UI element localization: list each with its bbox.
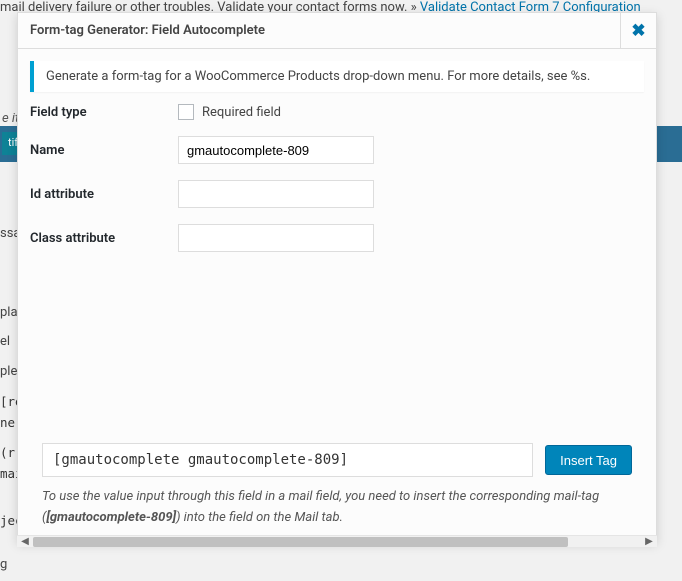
mail-tag-code: [gmautocomplete-809] <box>46 510 176 525</box>
scroll-thumb[interactable] <box>33 537 568 547</box>
modal-header: Form-tag Generator: Field Autocomplete ✖ <box>18 13 656 49</box>
required-checkbox[interactable] <box>178 104 194 120</box>
id-attr-input[interactable] <box>178 180 374 208</box>
required-checkbox-label: Required field <box>202 105 281 120</box>
bg-abbrev: pla <box>0 303 18 323</box>
modal-title: Form-tag Generator: Field Autocomplete <box>30 23 265 38</box>
footer-hint-text: To use the value input through this fiel… <box>42 487 632 529</box>
bg-abbrev: g <box>0 555 7 575</box>
scroll-left-icon[interactable]: ◀ <box>17 536 33 547</box>
modal-body: Generate a form-tag for a WooCommerce Pr… <box>18 49 656 541</box>
label-class-attr: Class attribute <box>30 231 178 246</box>
row-name: Name <box>30 136 644 164</box>
form-tag-generator-modal: Form-tag Generator: Field Autocomplete ✖… <box>17 12 657 542</box>
generated-tag-output[interactable] <box>42 443 533 477</box>
name-input[interactable] <box>178 136 374 164</box>
info-notice: Generate a form-tag for a WooCommerce Pr… <box>30 61 644 92</box>
class-attr-input[interactable] <box>178 224 374 252</box>
label-name: Name <box>30 143 178 158</box>
bg-abbrev: el <box>0 332 10 352</box>
row-class-attr: Class attribute <box>30 224 644 252</box>
row-field-type: Field type Required field <box>30 104 644 120</box>
modal-footer: Insert Tag To use the value input throug… <box>30 433 644 541</box>
label-field-type: Field type <box>30 105 178 120</box>
close-icon[interactable]: ✖ <box>620 13 656 49</box>
scroll-right-icon[interactable]: ▶ <box>641 536 657 547</box>
insert-tag-button[interactable]: Insert Tag <box>545 445 632 475</box>
scroll-track[interactable] <box>33 536 641 547</box>
row-id-attr: Id attribute <box>30 180 644 208</box>
horizontal-scrollbar[interactable]: ◀ ▶ <box>17 535 657 547</box>
label-id-attr: Id attribute <box>30 187 178 202</box>
